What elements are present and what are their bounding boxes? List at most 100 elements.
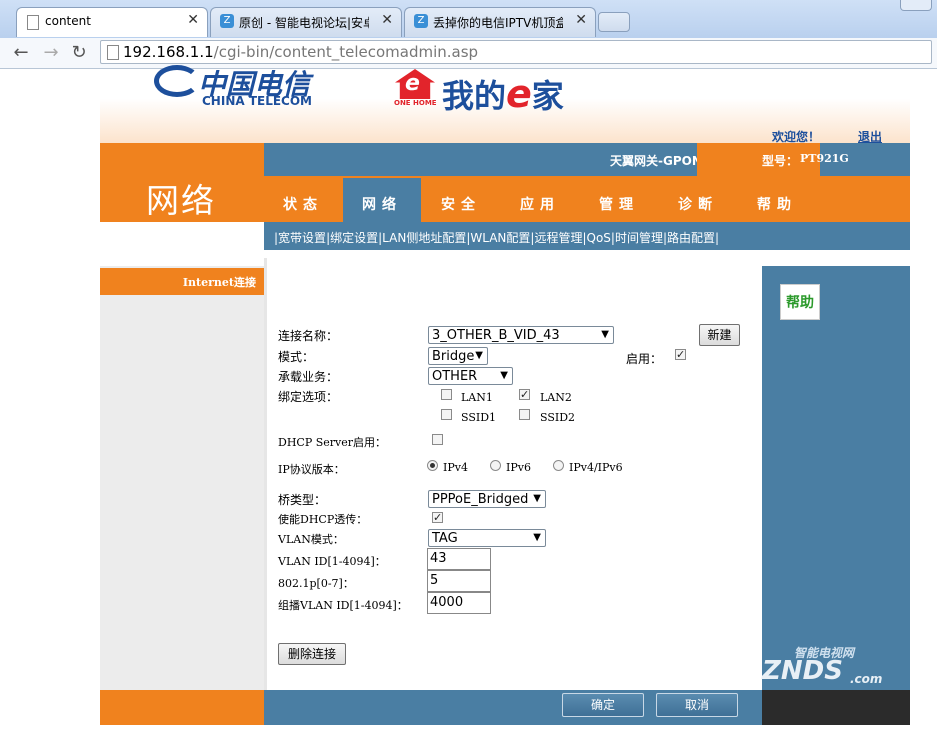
lan1-checkbox[interactable] [441, 389, 452, 400]
ipv4-ipv6-label: IPv4/IPv6 [569, 461, 623, 474]
service-select[interactable]: OTHER ▼ [428, 367, 513, 385]
mode-select[interactable]: Bridge ▼ [428, 347, 488, 365]
tab-network[interactable]: 网络 [343, 178, 421, 222]
ehome-small: ONE HOME [394, 99, 437, 107]
vlan-id-label: VLAN ID[1-4094]： [278, 555, 386, 568]
browser-tab-content[interactable]: content ✕ [16, 7, 208, 37]
reload-icon[interactable]: ↻ [68, 42, 90, 64]
bridge-type-select[interactable]: PPPoE_Bridged ▼ [428, 490, 546, 508]
tab-management[interactable]: 管理 [580, 178, 658, 222]
close-tab-icon[interactable]: ✕ [187, 12, 199, 28]
footer-left [100, 690, 264, 725]
url-path: /cgi-bin/content_telecomadmin.asp [213, 43, 479, 61]
conn-name-value: 3_OTHER_B_VID_43 [432, 328, 560, 343]
ssid1-checkbox[interactable] [441, 409, 452, 420]
conn-name-label: 连接名称： [278, 329, 339, 343]
site-icon: Z [220, 14, 234, 28]
url-input[interactable]: 192.168.1.1/cgi-bin/content_telecomadmin… [100, 40, 932, 64]
model-label: 型号： [762, 154, 799, 168]
forward-arrow-icon[interactable]: → [40, 42, 62, 64]
tab-status[interactable]: 状态 [264, 178, 342, 222]
enable-label: 启用： [626, 352, 663, 366]
tab-title: 丢掉你的电信IPTV机顶盒 [433, 16, 563, 30]
ehome-logo: e ONE HOME 我的e家 [390, 69, 620, 116]
subnav-qos[interactable]: QoS [587, 231, 611, 245]
gateway-info-bar: 天翼网关-GPON 型号： PT921G [264, 143, 910, 176]
url-host: 192.168.1.1 [123, 43, 214, 61]
subnav-wlan[interactable]: WLAN配置 [470, 231, 530, 245]
chevron-down-icon: ▼ [500, 370, 508, 381]
cancel-button[interactable]: 取消 [656, 693, 738, 717]
model-value: PT921G [800, 152, 849, 165]
help-label: 帮助 [780, 284, 820, 320]
ipv6-radio[interactable] [490, 460, 501, 471]
back-arrow-icon[interactable]: ← [10, 42, 32, 64]
section-title-block: 网络 [100, 143, 264, 222]
help-column [762, 266, 910, 690]
subnav-time[interactable]: 时间管理 [615, 231, 663, 245]
page-margin-left [0, 69, 100, 730]
lan2-checkbox[interactable]: ✓ [519, 389, 530, 400]
p8021-input[interactable]: 5 [427, 570, 491, 592]
close-tab-icon[interactable]: ✕ [575, 12, 587, 28]
profile-icon[interactable] [900, 0, 932, 11]
vlan-mode-select[interactable]: TAG ▼ [428, 529, 546, 547]
new-button[interactable]: 新建 [699, 324, 740, 346]
mcast-vlan-input[interactable]: 4000 [427, 592, 491, 614]
tab-help[interactable]: 帮助 [738, 178, 816, 222]
ipv6-label: IPv6 [506, 461, 531, 474]
browser-tab-iptv[interactable]: Z 丢掉你的电信IPTV机顶盒 ✕ [404, 7, 596, 37]
subnav-binding[interactable]: 绑定设置 [330, 231, 378, 245]
service-label: 承载业务： [278, 370, 339, 384]
subnav-bar: |宽带设置|绑定设置|LAN侧地址配置|WLAN配置|远程管理|QoS|时间管理… [264, 222, 910, 250]
tab-application[interactable]: 应用 [501, 178, 579, 222]
sidebar [100, 266, 264, 690]
lan2-label: LAN2 [540, 391, 572, 404]
subnav-links: |宽带设置|绑定设置|LAN侧地址配置|WLAN配置|远程管理|QoS|时间管理… [274, 231, 720, 245]
ssid2-checkbox[interactable] [519, 409, 530, 420]
close-tab-icon[interactable]: ✕ [381, 12, 393, 28]
ipv4-radio[interactable] [427, 460, 438, 471]
address-bar-row: ← → ↻ 192.168.1.1/cgi-bin/content_teleco… [0, 38, 937, 69]
site-icon: Z [414, 14, 428, 28]
lan1-label: LAN1 [461, 391, 493, 404]
enable-checkbox[interactable]: ✓ [675, 349, 686, 360]
subnav-broadband[interactable]: 宽带设置 [278, 231, 326, 245]
subnav-lan[interactable]: LAN侧地址配置 [382, 231, 466, 245]
gateway-name: 天翼网关-GPON [610, 154, 702, 168]
vlan-mode-value: TAG [432, 531, 458, 546]
ipv4-ipv6-radio[interactable] [553, 460, 564, 471]
subnav-remote[interactable]: 远程管理 [534, 231, 582, 245]
vlan-mode-label: VLAN模式： [278, 533, 344, 546]
chevron-down-icon: ▼ [533, 493, 541, 504]
mcast-vlan-label: 组播VLAN ID[1-4094]： [278, 599, 408, 612]
subnav-left-blank [100, 222, 264, 250]
vlan-id-input[interactable]: 43 [427, 548, 491, 570]
dhcp-passthru-checkbox[interactable]: ✓ [432, 512, 443, 523]
sidebar-item-label: Internet连接 [182, 276, 256, 289]
conn-name-select[interactable]: 3_OTHER_B_VID_43 ▼ [428, 326, 614, 344]
ehome-title-a: 我的 [442, 77, 507, 115]
watermark-en: ZNDS [762, 656, 843, 686]
page-icon [107, 45, 119, 60]
tab-security[interactable]: 安全 [422, 178, 500, 222]
page-icon [27, 15, 39, 30]
dhcp-server-checkbox[interactable] [432, 434, 443, 445]
delete-connection-button[interactable]: 删除连接 [278, 643, 346, 665]
new-tab-button[interactable] [598, 12, 630, 32]
ssid1-label: SSID1 [461, 411, 497, 424]
subnav-route[interactable]: 路由配置 [667, 231, 715, 245]
mode-value: Bridge [432, 349, 475, 364]
page-margin-right [910, 69, 937, 730]
znds-watermark: 智能电视网 ZNDS .com [732, 640, 902, 690]
ipv4-label: IPv4 [443, 461, 468, 474]
chevron-down-icon: ▼ [601, 329, 609, 340]
service-value: OTHER [432, 369, 478, 384]
browser-tab-znds[interactable]: Z 原创 - 智能电视论坛|安卓 ✕ [210, 7, 402, 37]
china-telecom-logo: 中国电信 CHINA TELECOM [150, 65, 325, 109]
ok-button[interactable]: 确定 [562, 693, 644, 717]
bridge-type-label: 桥类型： [278, 493, 327, 507]
sidebar-item-internet[interactable]: Internet连接 [100, 268, 264, 295]
watermark-suffix: .com [850, 672, 883, 686]
tab-diagnosis[interactable]: 诊断 [659, 178, 737, 222]
